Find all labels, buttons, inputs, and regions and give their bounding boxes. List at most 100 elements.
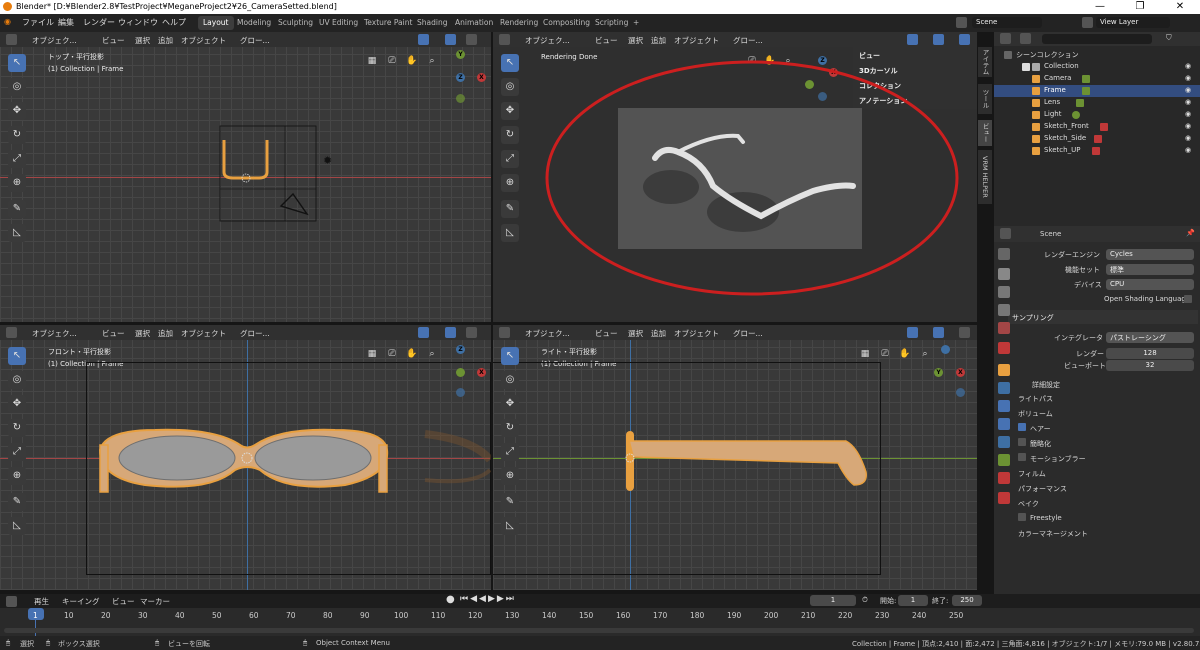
outliner-item[interactable]: Sketch_Side ◉ [994, 133, 1200, 145]
measure-tool-icon[interactable]: ◺ [501, 517, 519, 535]
current-frame-field[interactable]: 1 [810, 595, 856, 606]
gizmo-y-axis[interactable] [456, 368, 465, 377]
minimize-button[interactable]: — [1080, 0, 1120, 14]
gizmo-toggle-icon[interactable] [907, 34, 918, 45]
viewport-samples-field[interactable]: 32 [1106, 360, 1194, 371]
menu-object[interactable]: オブジェクト [181, 35, 226, 46]
menu-window[interactable]: ウィンドウ [118, 17, 158, 28]
end-frame-field[interactable]: 250 [952, 595, 982, 606]
outliner-item[interactable]: Light ◉ [994, 109, 1200, 121]
outliner-item[interactable]: Sketch_UP ◉ [994, 145, 1200, 157]
grid-view-icon[interactable]: ▦ [365, 54, 379, 68]
menu-view[interactable]: ビュー [102, 328, 125, 339]
move-tool-icon[interactable]: ✥ [501, 102, 519, 120]
checkbox-icon[interactable] [1022, 63, 1030, 71]
annotate-tool-icon[interactable]: ✎ [8, 493, 26, 511]
select-tool-icon[interactable]: ↖ [8, 54, 26, 72]
eye-icon[interactable]: ◉ [1185, 62, 1191, 70]
tab-animation[interactable]: Animation [450, 16, 498, 30]
gizmo-y-axis[interactable]: Y [456, 50, 465, 59]
menu-view[interactable]: ビュー [595, 328, 618, 339]
pan-view-icon[interactable]: ✋ [405, 347, 419, 361]
transform-tool-icon[interactable]: ⊕ [8, 467, 26, 485]
hair-checkbox[interactable] [1018, 423, 1026, 431]
shading-solid-icon[interactable] [466, 34, 477, 45]
select-tool-icon[interactable]: ↖ [501, 347, 519, 365]
gizmo-y-axis[interactable]: Y [934, 368, 943, 377]
menu-select[interactable]: 選択 [135, 328, 150, 339]
select-tool-icon[interactable]: ↖ [8, 347, 26, 365]
physics-tab-icon[interactable] [998, 418, 1010, 430]
section-volumes[interactable]: ボリューム [1018, 409, 1053, 419]
menu-view[interactable]: ビュー [102, 35, 125, 46]
scene-field[interactable]: Scene [972, 17, 1042, 28]
editor-type-icon[interactable] [1000, 228, 1011, 239]
editor-type-icon[interactable] [499, 327, 510, 338]
texture-tab-icon[interactable] [998, 492, 1010, 504]
section-performance[interactable]: パフォーマンス [1018, 484, 1067, 494]
tab-shading[interactable]: Shading [412, 16, 452, 30]
move-tool-icon[interactable]: ✥ [501, 395, 519, 413]
render-engine-dropdown[interactable]: Cycles [1106, 249, 1194, 260]
viewlayer-icon[interactable] [1082, 17, 1093, 28]
gizmo-z-axis[interactable]: Z [456, 345, 465, 354]
menu-add[interactable]: 追加 [651, 35, 666, 46]
orientation-dropdown[interactable]: グロー... [733, 35, 763, 46]
menu-object[interactable]: オブジェクト [674, 328, 719, 339]
world-tab-icon[interactable] [998, 342, 1010, 354]
tab-view[interactable]: ビュー [978, 120, 992, 146]
section-film[interactable]: フィルム [1018, 469, 1046, 479]
editor-type-icon[interactable] [6, 327, 17, 338]
orientation-dropdown[interactable]: グロー... [240, 35, 270, 46]
gizmo-neg-y[interactable] [456, 94, 465, 103]
close-button[interactable]: ✕ [1160, 0, 1200, 14]
gizmo-x-axis[interactable]: X [956, 368, 965, 377]
section-hair[interactable]: ヘアー [1030, 424, 1051, 434]
data-tab-icon[interactable] [998, 454, 1010, 466]
grid-view-icon[interactable]: ▦ [365, 347, 379, 361]
stopwatch-icon[interactable]: ⏱ [862, 595, 868, 605]
simplify-checkbox[interactable] [1018, 438, 1026, 446]
section-motion-blur[interactable]: モーションブラー [1030, 454, 1086, 464]
menu-object[interactable]: オブジェクト [674, 35, 719, 46]
blender-menu-icon[interactable]: ◉ [4, 17, 11, 26]
mode-dropdown[interactable]: オブジェク... [525, 35, 570, 46]
annotate-tool-icon[interactable]: ✎ [501, 200, 519, 218]
integrator-dropdown[interactable]: パストレーシング [1106, 332, 1194, 343]
osl-checkbox[interactable] [1184, 295, 1192, 303]
eye-icon[interactable]: ◉ [1185, 74, 1191, 82]
tab-tool[interactable]: ツール [978, 84, 992, 114]
eye-icon[interactable]: ◉ [1185, 110, 1191, 118]
rotate-tool-icon[interactable]: ↻ [8, 419, 26, 437]
tab-texture-paint[interactable]: Texture Paint [359, 16, 417, 30]
mode-dropdown[interactable]: オブジェク... [525, 328, 570, 339]
gizmo-x-axis[interactable]: X [477, 73, 486, 82]
cursor-tool-icon[interactable]: ◎ [8, 371, 26, 389]
cursor-tool-icon[interactable]: ◎ [501, 78, 519, 96]
tab-compositing[interactable]: Compositing [538, 16, 595, 30]
tab-layout[interactable]: Layout [198, 16, 234, 30]
transform-tool-icon[interactable]: ⊕ [8, 174, 26, 192]
start-frame-field[interactable]: 1 [898, 595, 928, 606]
tab-modeling[interactable]: Modeling [232, 16, 276, 30]
section-color-management[interactable]: カラーマネージメント [1018, 529, 1088, 539]
shading-solid-icon[interactable] [959, 327, 970, 338]
cursor-tool-icon[interactable]: ◎ [8, 78, 26, 96]
tab-vrm-helper[interactable]: VRM HELPER [978, 150, 992, 204]
orientation-dropdown[interactable]: グロー... [733, 328, 763, 339]
gizmo-z-axis[interactable] [941, 345, 950, 354]
eye-icon[interactable]: ◉ [1185, 98, 1191, 106]
scale-tool-icon[interactable]: ⤢ [8, 443, 26, 461]
measure-tool-icon[interactable]: ◺ [8, 224, 26, 242]
overlay-toggle-icon[interactable] [445, 327, 456, 338]
collection-row[interactable]: Collection ◉ [994, 61, 1200, 73]
menu-select[interactable]: 選択 [135, 35, 150, 46]
timeline-playback-menu[interactable]: 再生 [34, 596, 49, 607]
sampling-section-header[interactable]: サンプリング [1008, 310, 1198, 324]
annotate-tool-icon[interactable]: ✎ [501, 493, 519, 511]
rotate-tool-icon[interactable]: ↻ [501, 126, 519, 144]
modifier-tab-icon[interactable] [998, 382, 1010, 394]
object-tab-icon[interactable] [998, 364, 1010, 376]
timeline-scrollbar[interactable] [4, 628, 1194, 633]
record-button-icon[interactable]: ● [446, 594, 455, 605]
